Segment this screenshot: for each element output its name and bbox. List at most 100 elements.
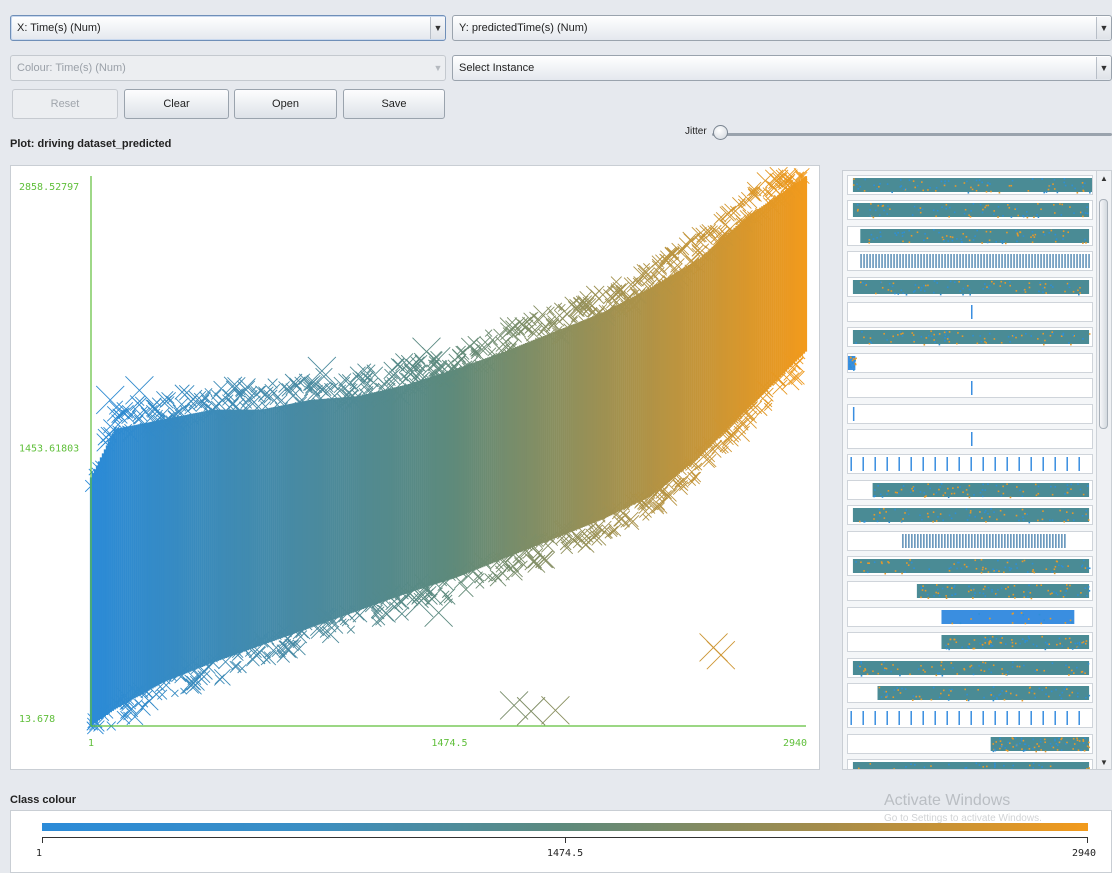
attribute-matrix-row[interactable] <box>847 251 1093 272</box>
attribute-matrix-row[interactable] <box>847 708 1093 729</box>
matrix-mark <box>1022 254 1024 269</box>
matrix-mark <box>981 647 984 649</box>
matrix-mark <box>922 585 924 588</box>
matrix-mark <box>921 181 923 183</box>
matrix-mark <box>968 239 971 241</box>
matrix-mark <box>970 210 972 213</box>
matrix-mark <box>948 216 950 218</box>
matrix-mark <box>886 183 889 185</box>
matrix-mark <box>1039 769 1041 770</box>
matrix-mark <box>981 241 983 244</box>
attribute-matrix-row[interactable] <box>847 378 1093 399</box>
save-button[interactable]: Save <box>343 89 445 119</box>
attribute-matrix-row[interactable] <box>847 429 1093 449</box>
class-colour-mid-label: 1474.5 <box>547 848 584 859</box>
attribute-matrix-row[interactable] <box>847 276 1093 297</box>
x-axis-select[interactable]: X: Time(s) (Num) ▼ <box>10 15 446 41</box>
matrix-mark <box>1084 182 1086 185</box>
attribute-matrix-row[interactable] <box>847 581 1093 602</box>
attribute-matrix-row[interactable] <box>847 454 1093 475</box>
attribute-matrix-row[interactable] <box>847 505 1093 526</box>
matrix-mark <box>1076 695 1079 698</box>
attribute-matrix-row[interactable] <box>847 479 1093 500</box>
matrix-mark <box>1055 688 1057 691</box>
matrix-mark <box>923 533 925 548</box>
matrix-mark <box>849 360 851 362</box>
attribute-matrix-row[interactable] <box>847 657 1093 678</box>
chevron-down-icon[interactable]: ▼ <box>1096 57 1111 79</box>
matrix-mark <box>1027 190 1030 192</box>
matrix-mark <box>1044 750 1047 753</box>
attribute-matrix-row[interactable] <box>847 733 1093 754</box>
data-point-marker <box>703 453 717 468</box>
attribute-matrix-row[interactable] <box>847 403 1093 424</box>
matrix-mark <box>996 518 998 521</box>
matrix-mark <box>1063 181 1066 184</box>
matrix-mark <box>966 180 968 183</box>
matrix-mark <box>984 510 987 512</box>
attribute-matrix-row[interactable] <box>847 606 1093 627</box>
clear-button[interactable]: Clear <box>124 89 229 119</box>
matrix-mark <box>885 694 888 697</box>
chevron-down-icon: ▼ <box>433 63 443 73</box>
attribute-matrix-row[interactable] <box>847 530 1093 551</box>
matrix-mark <box>1048 695 1050 698</box>
matrix-mark <box>878 508 881 511</box>
matrix-mark <box>1023 743 1026 745</box>
attribute-matrix-row[interactable] <box>847 225 1093 246</box>
matrix-mark <box>854 359 856 362</box>
attribute-matrix-row[interactable] <box>847 556 1093 576</box>
matrix-mark <box>922 668 925 671</box>
matrix-mark <box>924 232 926 235</box>
matrix-mark <box>960 238 963 240</box>
open-button[interactable]: Open <box>234 89 337 119</box>
matrix-mark <box>1066 711 1068 726</box>
attribute-matrix-row[interactable] <box>847 683 1093 703</box>
matrix-mark <box>1058 254 1060 269</box>
plot-panel[interactable]: 2858.52797 1453.61803 13.678 1 1474.5 2940 <box>10 165 820 770</box>
matrix-mark <box>965 533 967 548</box>
matrix-mark <box>955 641 958 644</box>
matrix-mark <box>923 289 926 292</box>
scroll-up-icon[interactable]: ▲ <box>1097 171 1111 185</box>
matrix-mark <box>905 766 907 768</box>
matrix-mark <box>962 254 964 269</box>
attribute-matrix-row[interactable] <box>847 327 1093 348</box>
matrix-mark <box>1086 213 1089 215</box>
matrix-mark <box>1065 511 1068 514</box>
matrix-mark <box>1023 288 1026 291</box>
matrix-mark <box>940 660 943 663</box>
attribute-matrix-row[interactable] <box>847 175 1096 195</box>
chevron-down-icon[interactable]: ▼ <box>1096 17 1111 39</box>
matrix-mark <box>1083 749 1086 752</box>
matrix-mark <box>1067 231 1069 233</box>
data-point-marker <box>131 397 147 413</box>
jitter-slider-track[interactable] <box>712 133 1112 136</box>
attribute-matrix-panel[interactable]: ▲ ▼ <box>842 170 1112 770</box>
matrix-mark <box>971 381 973 396</box>
attribute-matrix-row[interactable] <box>847 302 1093 322</box>
jitter-slider-handle[interactable] <box>713 125 728 140</box>
matrix-mark <box>1051 285 1054 288</box>
attribute-matrix-row[interactable] <box>847 759 1093 770</box>
matrix-mark <box>1029 592 1032 594</box>
attribute-matrix-row[interactable] <box>847 632 1093 653</box>
matrix-mark <box>981 212 984 214</box>
chevron-down-icon[interactable]: ▼ <box>430 17 445 39</box>
data-point-marker <box>287 639 299 652</box>
matrix-scrollbar[interactable]: ▲ ▼ <box>1096 171 1111 769</box>
matrix-mark <box>1026 215 1029 218</box>
matrix-mark <box>1009 280 1011 283</box>
y-axis-select[interactable]: Y: predictedTime(s) (Num) ▼ <box>452 15 1112 41</box>
data-point-marker <box>454 575 468 589</box>
scrollbar-thumb[interactable] <box>1099 199 1108 429</box>
matrix-mark <box>969 216 972 218</box>
instance-select[interactable]: Select Instance ▼ <box>452 55 1112 81</box>
matrix-mark <box>965 699 968 702</box>
matrix-mark <box>1066 588 1069 590</box>
attribute-matrix-row[interactable] <box>847 352 1093 373</box>
attribute-matrix-row[interactable] <box>847 200 1093 221</box>
scroll-down-icon[interactable]: ▼ <box>1097 755 1111 769</box>
scatter-plot[interactable]: 2858.52797 1453.61803 13.678 1 1474.5 2940 <box>11 166 819 769</box>
matrix-mark <box>1000 240 1003 242</box>
